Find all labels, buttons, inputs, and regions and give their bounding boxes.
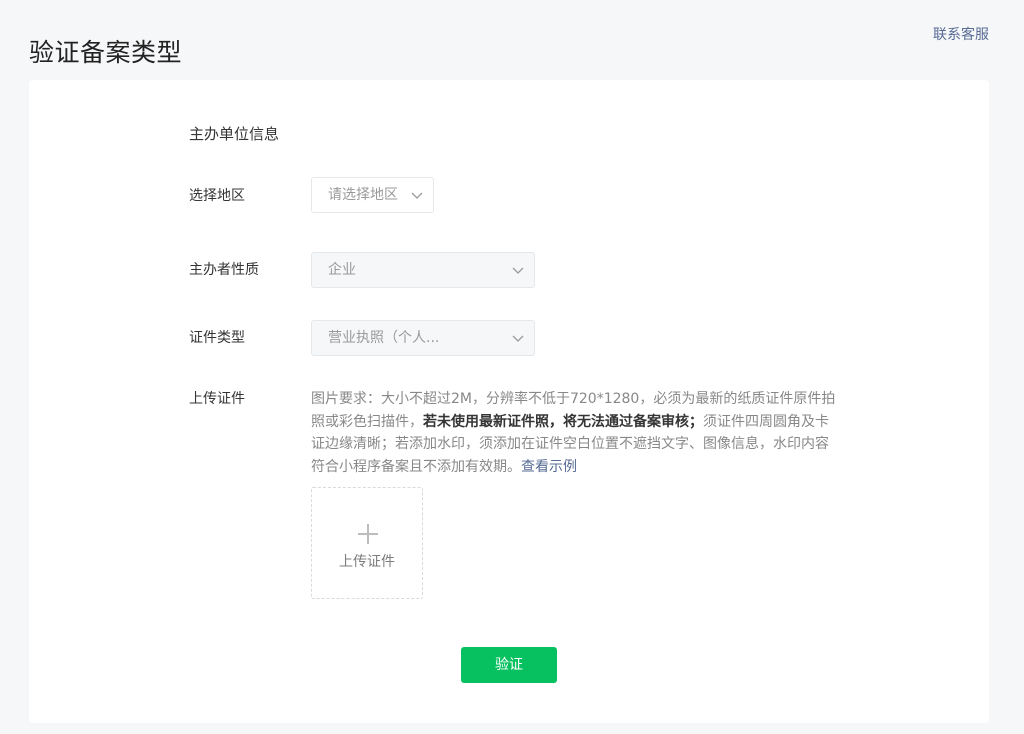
- upload-certificate-box[interactable]: 上传证件: [311, 487, 423, 599]
- page-title: 验证备案类型: [29, 37, 183, 67]
- contact-support-link[interactable]: 联系客服: [933, 25, 989, 45]
- region-placeholder: 请选择地区: [328, 187, 398, 203]
- organizer-type-label: 主办者性质: [189, 262, 259, 278]
- organizer-type-select[interactable]: 企业: [311, 252, 535, 288]
- upload-label: 上传证件: [189, 391, 245, 407]
- organizer-type-value: 企业: [328, 262, 356, 278]
- certificate-type-select[interactable]: 营业执照（个人...: [311, 320, 535, 356]
- certificate-type-label: 证件类型: [189, 330, 245, 346]
- upload-box-label: 上传证件: [339, 554, 395, 570]
- form-card: 主办单位信息 选择地区 请选择地区 主办者性质 企业 证件类型 营业执照（个人.…: [29, 80, 989, 723]
- verify-button[interactable]: 验证: [461, 647, 557, 683]
- chevron-down-icon: [512, 267, 524, 274]
- upload-requirements-warning: 若未使用最新证件照，将无法通过备案审核；: [423, 413, 703, 430]
- chevron-down-icon: [411, 192, 423, 199]
- plus-icon: [358, 524, 378, 544]
- view-example-link[interactable]: 查看示例: [521, 459, 577, 475]
- chevron-down-icon: [512, 335, 524, 342]
- upload-requirements: 图片要求：大小不超过2M，分辨率不低于720*1280，必须为最新的纸质证件原件…: [311, 388, 836, 478]
- section-title: 主办单位信息: [189, 125, 280, 143]
- region-label: 选择地区: [189, 188, 245, 204]
- region-select[interactable]: 请选择地区: [311, 177, 434, 213]
- certificate-type-value: 营业执照（个人...: [328, 330, 440, 346]
